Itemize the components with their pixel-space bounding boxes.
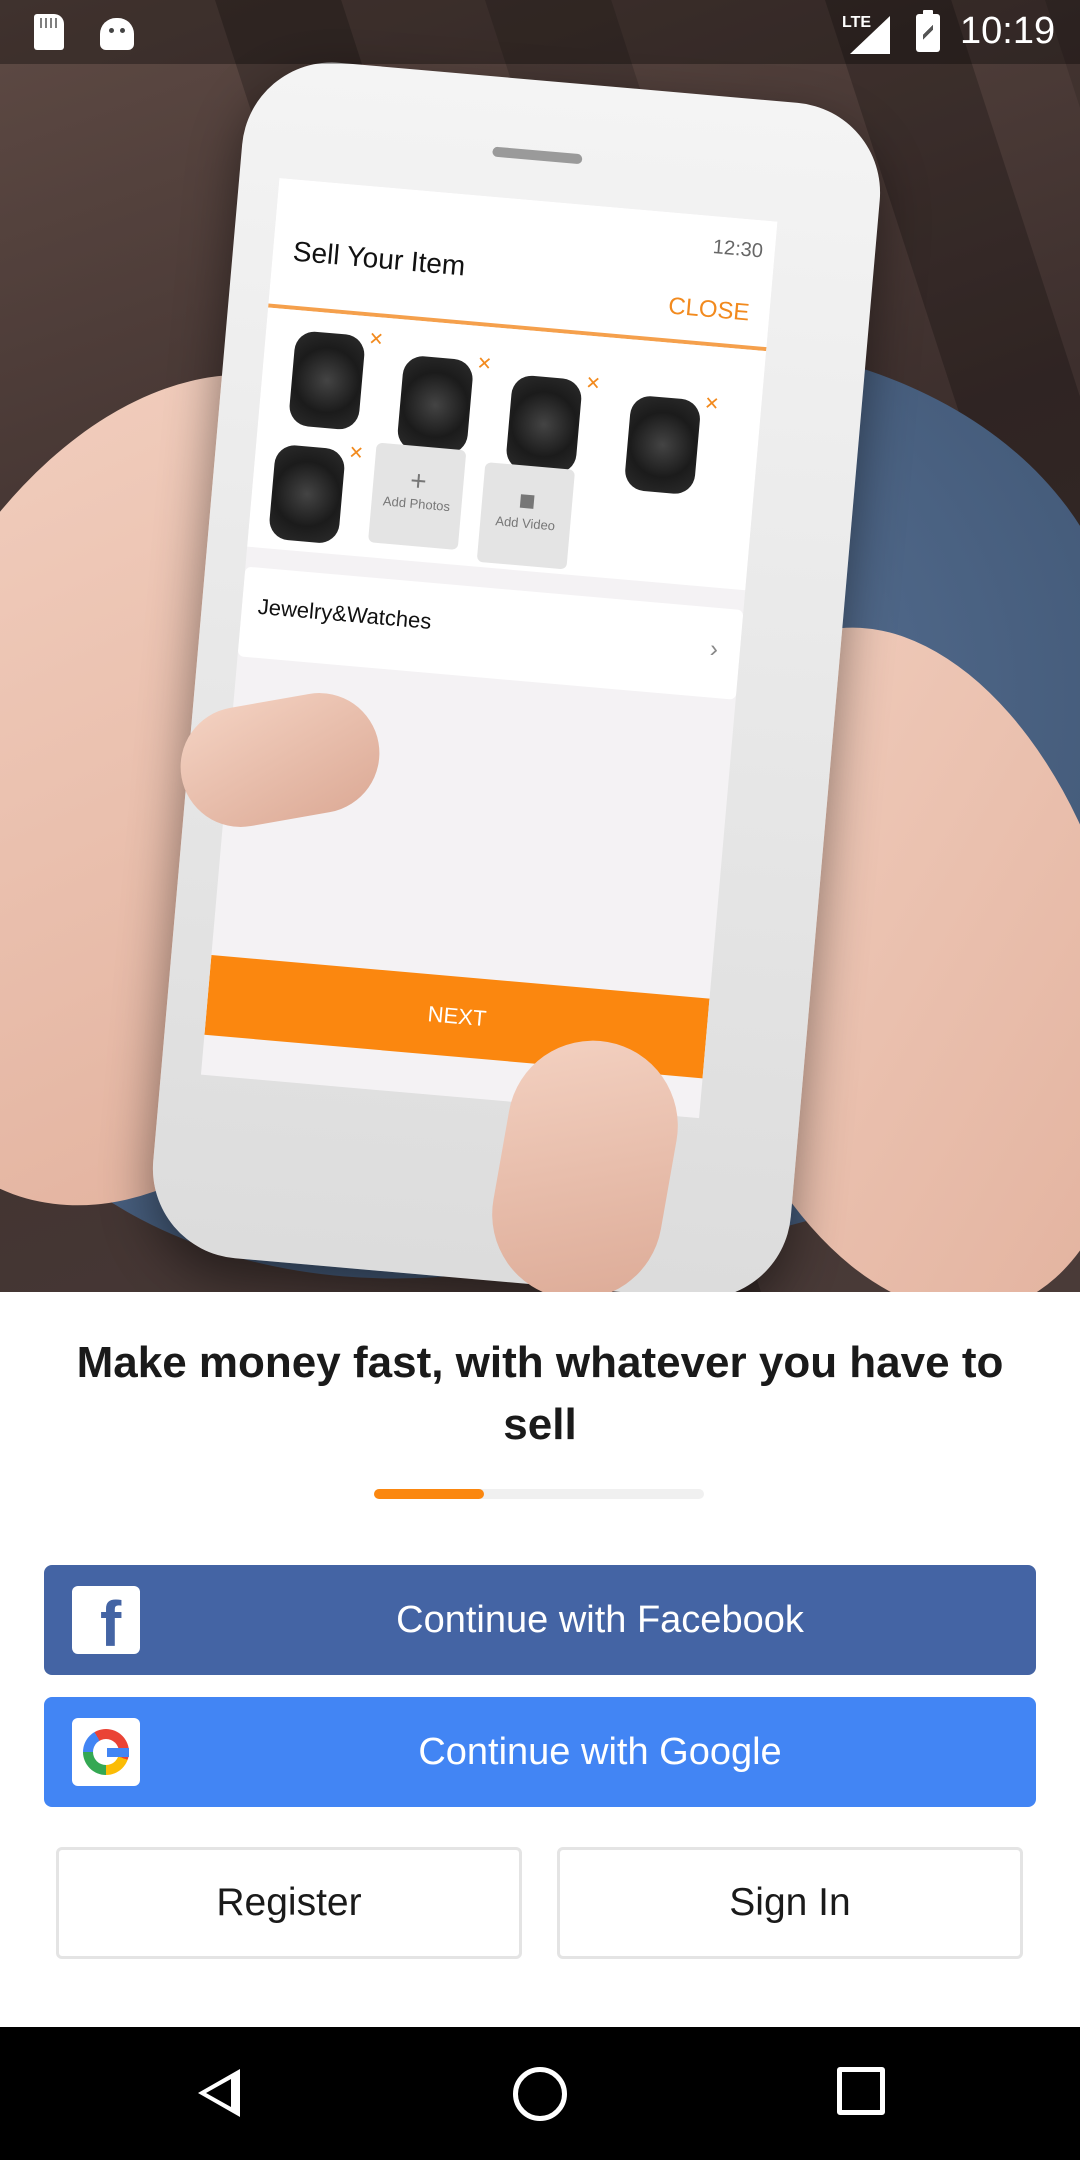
navigation-bar [0, 2027, 1080, 2160]
back-icon[interactable] [198, 2069, 240, 2117]
battery-charging-icon [916, 10, 940, 52]
facebook-button-label: Continue with Facebook [396, 1598, 804, 1641]
page-indicator-active [374, 1489, 484, 1499]
phone-speaker [492, 146, 583, 165]
screen-close-label: CLOSE [667, 292, 751, 327]
phone-screen: Sell Your Item 12:30 CLOSE ✕ ✕ ✕ ✕ ✕ + A… [200, 178, 778, 1119]
screen-time: 12:30 [711, 236, 764, 263]
home-icon[interactable] [513, 2067, 567, 2121]
facebook-logo-icon: f [72, 1586, 140, 1656]
watch-photo: ✕ [396, 353, 493, 456]
status-time: 10:19 [960, 10, 1056, 52]
watch-photo: ✕ [267, 442, 365, 545]
lte-signal-icon [850, 16, 890, 54]
google-button-label: Continue with Google [418, 1730, 782, 1773]
video-camera-icon: ■ [517, 484, 538, 517]
hero-image: Sell Your Item 12:30 CLOSE ✕ ✕ ✕ ✕ ✕ + A… [0, 0, 1080, 1292]
watch-photo: ✕ [504, 373, 602, 475]
watch-photo: ✕ [287, 328, 385, 431]
screen-category-row: Jewelry&Watches › [237, 566, 744, 700]
add-photos-tile: + Add Photos [367, 442, 467, 550]
google-logo-icon [72, 1718, 140, 1786]
screen-title: Sell Your Item [291, 235, 467, 282]
screen-category-label: Jewelry&Watches [256, 593, 433, 634]
sign-in-button[interactable]: Sign In [557, 1847, 1023, 1959]
onboarding-headline: Make money fast, with whatever you have … [76, 1338, 1004, 1449]
watch-photo: ✕ [623, 393, 720, 496]
continue-with-facebook-button[interactable]: f Continue with Facebook [44, 1565, 1036, 1675]
chevron-right-icon: › [708, 635, 720, 663]
page-indicator [374, 1489, 704, 1499]
continue-with-google-button[interactable]: Continue with Google [44, 1697, 1036, 1807]
recents-icon[interactable] [837, 2067, 885, 2115]
android-debug-icon [100, 18, 134, 50]
status-bar: LTE 10:19 [0, 0, 1080, 64]
register-button[interactable]: Register [56, 1847, 522, 1959]
add-video-tile: ■ Add Video [476, 462, 576, 570]
screen-photo-grid: ✕ ✕ ✕ ✕ ✕ + Add Photos ■ Add Video [247, 307, 767, 591]
sd-card-icon [34, 14, 64, 50]
